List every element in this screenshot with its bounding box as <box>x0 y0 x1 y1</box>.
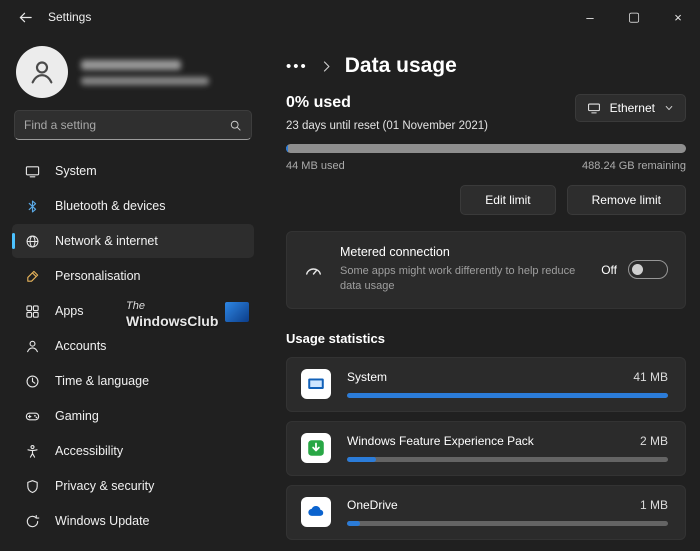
usage-row-onedrive: OneDrive 1 MB <box>286 484 686 540</box>
network-icon <box>24 233 40 249</box>
profile-button[interactable] <box>12 40 254 108</box>
usage-row-windows-feature-pack: Windows Feature Experience Pack 2 MB <box>286 420 686 476</box>
usage-statistics-header: Usage statistics <box>286 330 385 346</box>
windows-feature-pack-icon <box>301 432 331 463</box>
sidebar-item-accessibility[interactable]: Accessibility <box>12 434 254 468</box>
metered-connection-description: Some apps might work differently to help… <box>340 265 576 293</box>
sidebar-item-system[interactable]: System <box>12 154 254 188</box>
limit-actions: Edit limit Remove limit <box>286 185 686 215</box>
accessibility-icon <box>24 443 40 459</box>
sidebar-item-accounts[interactable]: Accounts <box>12 329 254 363</box>
back-button[interactable] <box>10 2 40 32</box>
remove-limit-button[interactable]: Remove limit <box>566 185 686 215</box>
connection-label: Ethernet <box>609 101 655 115</box>
maximize-button[interactable]: ▢ <box>612 0 656 34</box>
sidebar-item-personalisation[interactable]: Personalisation <box>12 259 254 293</box>
app-size: 1 MB <box>639 497 668 512</box>
app-size: 2 MB <box>639 433 668 448</box>
sidebar-item-network-internet[interactable]: Network & internet <box>12 224 254 258</box>
system-app-icon <box>301 368 331 399</box>
app-usage-fill <box>347 520 360 526</box>
sidebar-nav: System Bluetooth & devices Network & int… <box>12 154 254 539</box>
metered-connection-icon <box>306 268 321 276</box>
metered-connection-toggle[interactable] <box>628 260 668 280</box>
metered-connection-card: Metered connection Some apps might work … <box>286 231 686 309</box>
search-input[interactable] <box>24 118 229 132</box>
app-name: System <box>347 369 388 384</box>
sidebar: System Bluetooth & devices Network & int… <box>0 34 266 551</box>
ethernet-icon <box>587 103 600 114</box>
app-usage-bar <box>347 392 668 398</box>
toggle-knob <box>632 264 643 276</box>
personalisation-icon <box>24 268 40 284</box>
app-body: System Bluetooth & devices Network & int… <box>0 34 700 551</box>
accounts-icon <box>24 338 40 354</box>
usage-row-system: System 41 MB <box>286 356 686 412</box>
avatar <box>16 46 68 98</box>
sidebar-item-label: Privacy & security <box>55 479 155 493</box>
sidebar-item-label: Time & language <box>55 374 150 388</box>
usage-amounts: 44 MB used 488.24 GB remaining <box>286 160 686 172</box>
sidebar-item-label: Bluetooth & devices <box>55 199 166 213</box>
used-amount: 44 MB used <box>286 160 345 172</box>
onedrive-icon <box>301 496 331 527</box>
edit-limit-button[interactable]: Edit limit <box>460 185 556 215</box>
data-usage-progressbar <box>286 144 686 153</box>
app-name: Windows Feature Experience Pack <box>347 433 534 448</box>
minimize-button[interactable]: – <box>568 0 612 34</box>
app-usage-bar <box>347 520 668 526</box>
sidebar-item-label: Gaming <box>55 409 99 423</box>
app-name: OneDrive <box>347 497 398 512</box>
app-usage-fill <box>347 456 376 462</box>
page-title: Data usage <box>344 54 457 77</box>
person-icon <box>31 61 53 84</box>
main-content: ••• Data usage 0% used 23 days until res… <box>266 34 700 551</box>
bluetooth-icon <box>24 198 40 214</box>
sidebar-item-apps[interactable]: Apps <box>12 294 254 328</box>
app-usage-fill <box>347 392 668 398</box>
metered-connection-title: Metered connection <box>340 245 450 259</box>
sidebar-item-label: Accessibility <box>55 444 124 458</box>
remaining-amount: 488.24 GB remaining <box>582 160 686 172</box>
profile-name-blurred <box>81 59 209 85</box>
sidebar-item-label: System <box>55 164 97 178</box>
apps-icon <box>24 303 40 319</box>
sidebar-item-windows-update[interactable]: Windows Update <box>12 504 254 538</box>
data-usage-progress-fill <box>286 144 288 153</box>
sidebar-item-label: Windows Update <box>55 514 150 528</box>
chevron-right-icon <box>320 60 333 73</box>
titlebar: Settings – ▢ × <box>0 0 700 34</box>
gaming-icon <box>24 408 40 424</box>
close-button[interactable]: × <box>656 0 700 34</box>
sidebar-item-label: Network & internet <box>55 234 158 248</box>
time-language-icon <box>24 373 40 389</box>
connection-selector[interactable]: Ethernet <box>574 94 686 122</box>
settings-window: Settings – ▢ × Find a setting System Blu… <box>0 0 700 551</box>
sidebar-item-bluetooth-devices[interactable]: Bluetooth & devices <box>12 189 254 223</box>
sidebar-item-label: Accounts <box>55 339 107 353</box>
app-size: 41 MB <box>633 369 668 384</box>
toggle-state-label: Off <box>601 262 617 277</box>
app-usage-bar <box>347 456 668 462</box>
search-icon <box>230 120 241 131</box>
sidebar-item-label: Apps <box>55 304 84 318</box>
usage-summary: 0% used 23 days until reset (01 November… <box>286 94 686 132</box>
sidebar-item-label: Personalisation <box>55 269 141 283</box>
back-arrow-icon <box>19 12 32 22</box>
sidebar-item-privacy-security[interactable]: Privacy & security <box>12 469 254 503</box>
search-box <box>14 110 252 140</box>
window-title: Settings <box>48 10 92 24</box>
window-controls: – ▢ × <box>568 0 700 34</box>
chevron-down-icon <box>665 105 673 111</box>
sidebar-item-time-language[interactable]: Time & language <box>12 364 254 398</box>
breadcrumb: ••• Data usage <box>286 54 686 78</box>
privacy-shield-icon <box>24 478 40 494</box>
reset-text: 23 days until reset (01 November 2021) <box>286 120 488 132</box>
sidebar-item-gaming[interactable]: Gaming <box>12 399 254 433</box>
percent-used-heading: 0% used <box>286 94 351 111</box>
system-icon <box>24 163 40 179</box>
windows-update-icon <box>24 513 40 529</box>
breadcrumb-ellipsis-button[interactable]: ••• <box>286 58 308 75</box>
